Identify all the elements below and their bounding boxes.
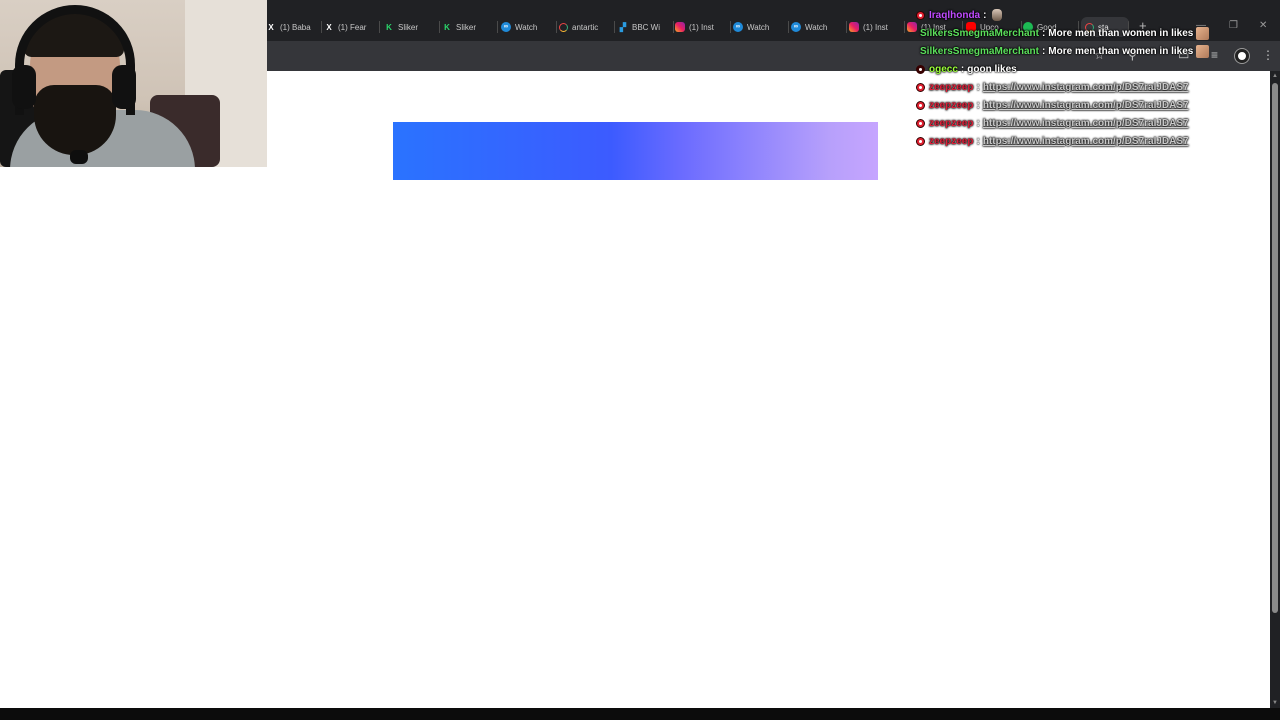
chat-separator: : <box>960 63 965 75</box>
chat-emote-icon <box>992 9 1003 21</box>
user-badge-icon <box>916 64 925 74</box>
chat-username[interactable]: zeepzeep <box>929 118 973 129</box>
chat-separator: : <box>976 81 980 93</box>
chat-message-link[interactable]: https://www.instagram.com/p/DS7raIJDAS7 <box>983 82 1189 93</box>
gradient-banner <box>393 122 878 180</box>
user-badge-icon <box>916 82 925 92</box>
chat-message-link[interactable]: https://www.instagram.com/p/DS7raIJDAS7 <box>983 136 1189 147</box>
browser-tab[interactable]: K Sliker <box>384 17 440 37</box>
taskbar <box>0 708 1280 720</box>
chat-username[interactable]: zeepzeep <box>929 82 973 93</box>
browser-tab[interactable]: antartic <box>559 17 615 37</box>
chat-separator: : <box>983 9 987 21</box>
chat-username[interactable]: zeepzeep <box>929 100 973 111</box>
user-badge-icon <box>916 100 925 110</box>
tab-label: Watch <box>515 22 538 32</box>
browser-tab[interactable]: ▞ BBC Wi <box>618 17 674 37</box>
chat-separator: : <box>976 99 980 111</box>
maximize-button[interactable]: ❐ <box>1229 20 1238 31</box>
tab-label: (1) Baba <box>280 22 311 32</box>
chat-separator: : <box>976 117 980 129</box>
chat-emote-icon <box>1196 26 1210 40</box>
stream-icon: ∞ <box>733 22 743 32</box>
chat-message: SilkersSmegmaMerchant: More men than wome… <box>916 42 1216 60</box>
vertical-scrollbar[interactable]: ▲ ▼ <box>1270 71 1280 708</box>
instagram-icon <box>849 22 859 32</box>
kick-icon: K <box>444 22 450 32</box>
browser-tab[interactable]: (1) Inst <box>675 17 731 37</box>
scroll-up-arrow-icon[interactable]: ▲ <box>1272 73 1278 79</box>
tab-label: Sliker <box>456 22 477 32</box>
microphone-icon <box>70 150 88 164</box>
browser-menu-icon[interactable]: ⋮ <box>1262 48 1274 62</box>
scrollbar-thumb[interactable] <box>1272 83 1278 613</box>
tab-label: Watch <box>747 22 770 32</box>
chat-message: zeepzeep: https://www.instagram.com/p/DS7… <box>916 78 1216 96</box>
tab-label: (1) Fear <box>338 22 367 32</box>
chat-message: ogecc: goon likes <box>916 60 1216 78</box>
bbc-icon: ▞ <box>619 22 627 32</box>
chat-message-text: goon likes <box>967 63 1017 75</box>
chat-message: zeepzeep: https://www.instagram.com/p/DS7… <box>916 132 1216 150</box>
x-icon: X <box>268 22 274 32</box>
headset-earcup-left <box>12 65 36 109</box>
tab-label: Sliker <box>398 22 419 32</box>
browser-tab[interactable]: X (1) Fear <box>324 17 380 37</box>
google-icon <box>559 22 568 32</box>
browser-tab[interactable]: ∞ Watch <box>733 17 789 37</box>
user-badge-icon <box>916 10 925 20</box>
chat-message: zeepzeep: https://www.instagram.com/p/DS7… <box>916 96 1216 114</box>
tab-label: Watch <box>805 22 828 32</box>
chat-message: Iraqlhonda: <box>916 6 1216 24</box>
webcam-overlay <box>0 0 267 167</box>
tab-label: antartic <box>572 22 599 32</box>
user-badge-icon <box>916 118 925 128</box>
chat-message-text: More men than women in likes <box>1048 27 1194 39</box>
chat-separator: : <box>1041 27 1046 39</box>
user-badge-icon <box>916 136 925 146</box>
instagram-icon <box>675 22 685 32</box>
browser-tab[interactable]: K Sliker <box>442 17 498 37</box>
close-window-button[interactable]: ✕ <box>1259 20 1267 31</box>
chat-message-link[interactable]: https://www.instagram.com/p/DS7raIJDAS7 <box>983 100 1189 111</box>
profile-avatar[interactable] <box>1235 49 1249 63</box>
tab-label: BBC Wi <box>632 22 660 32</box>
stream-icon: ∞ <box>501 22 511 32</box>
stream-icon: ∞ <box>791 22 801 32</box>
chat-separator: : <box>976 135 980 147</box>
chat-username[interactable]: Iraqlhonda <box>929 10 980 21</box>
chat-username[interactable]: ogecc <box>929 64 958 75</box>
browser-tab[interactable]: (1) Inst <box>849 17 905 37</box>
browser-tab[interactable]: ∞ Watch <box>791 17 847 37</box>
browser-tab[interactable]: X (1) Baba <box>266 17 322 37</box>
chat-message: zeepzeep: https://www.instagram.com/p/DS7… <box>916 114 1216 132</box>
x-icon: X <box>326 22 332 32</box>
tab-label: (1) Inst <box>689 22 714 32</box>
chat-username[interactable]: SilkersSmegmaMerchant <box>920 46 1039 57</box>
tab-label: (1) Inst <box>863 22 888 32</box>
headset-earcup-right <box>112 65 136 109</box>
scroll-down-arrow-icon[interactable]: ▼ <box>1272 700 1278 706</box>
chat-message-link[interactable]: https://www.instagram.com/p/DS7raIJDAS7 <box>983 118 1189 129</box>
chat-message: SilkersSmegmaMerchant: More men than wome… <box>916 24 1216 42</box>
chat-username[interactable]: SilkersSmegmaMerchant <box>920 28 1039 39</box>
browser-tab[interactable]: ∞ Watch <box>501 17 557 37</box>
chat-overlay: Iraqlhonda: SilkersSmegmaMerchant: More me… <box>916 6 1216 150</box>
chat-username[interactable]: zeepzeep <box>929 136 973 147</box>
kick-icon: K <box>386 22 392 32</box>
chat-emote-icon <box>1196 44 1210 58</box>
chat-separator: : <box>1041 45 1046 57</box>
chat-message-text: More men than women in likes <box>1048 45 1194 57</box>
